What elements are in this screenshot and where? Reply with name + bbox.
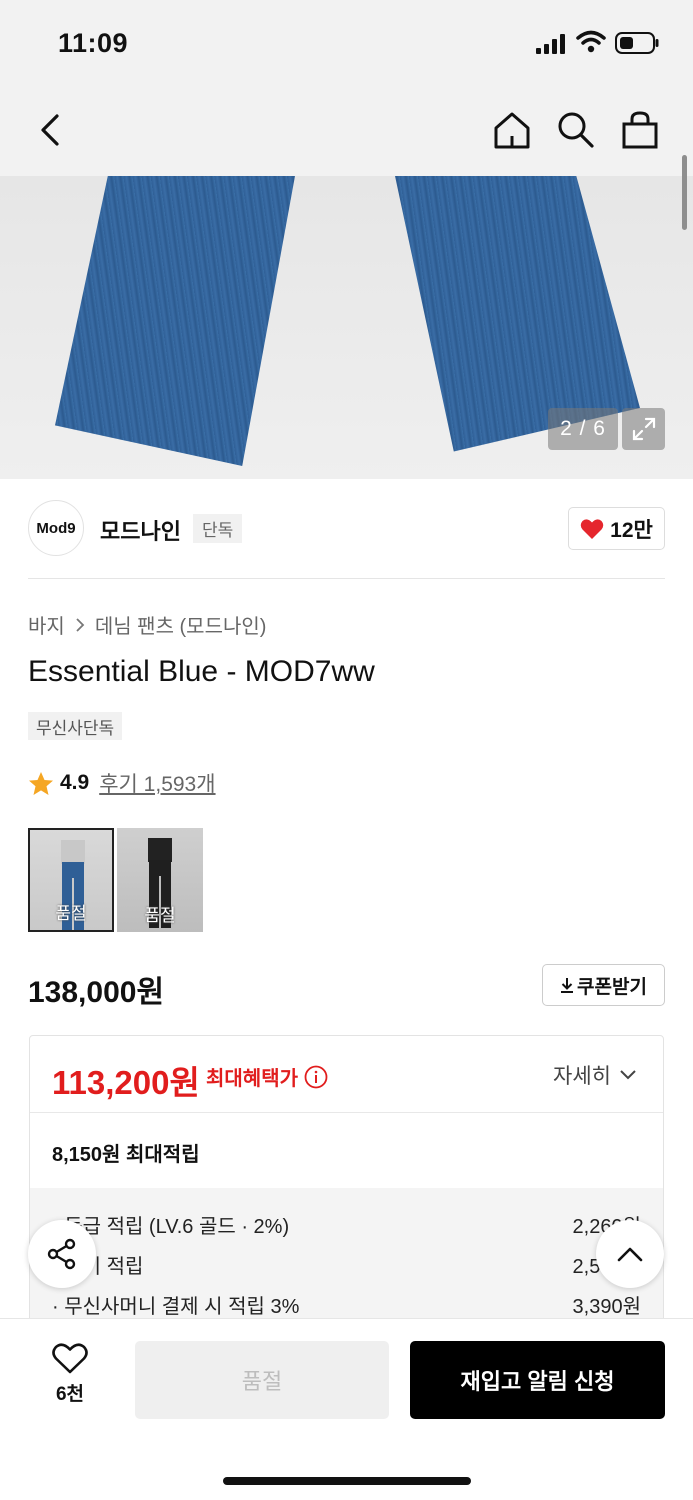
soldout-button[interactable]: 품절 (135, 1341, 389, 1419)
breadcrumb-category[interactable]: 바지 (28, 610, 65, 639)
max-benefit-text: 최대혜택가 (206, 1068, 298, 1090)
chevron-right-icon (76, 617, 85, 632)
max-benefit-price: 113,200원 (52, 1064, 200, 1101)
brand-like-count: 12만 (610, 518, 653, 542)
info-icon[interactable] (304, 1065, 328, 1089)
divider (30, 1112, 663, 1113)
status-bar: 11:09 (0, 0, 693, 88)
chevron-down-icon (620, 1070, 636, 1080)
benefit-panel: 113,200원 최대혜택가 자세히 8,150원 최대적립 · 등급 적립 (… (29, 1035, 664, 1335)
search-button[interactable] (554, 108, 598, 152)
max-benefit-label: 최대혜택가 (206, 1062, 328, 1091)
brand-logo[interactable]: Mod9 (28, 500, 84, 556)
search-icon (558, 112, 594, 148)
home-icon (494, 112, 530, 149)
points-row-label: · 무신사머니 결제 시 적립 3% (52, 1296, 300, 1318)
star-icon (29, 771, 53, 795)
coupon-download-button[interactable]: 쿠폰받기 (542, 964, 665, 1006)
detail-label: 자세히 (553, 1065, 611, 1088)
color-swatch-black[interactable]: 품절 (117, 828, 203, 932)
product-title: Essential Blue - MOD7ww (28, 655, 375, 688)
rating-score: 4.9 (60, 771, 90, 794)
home-button[interactable] (490, 108, 534, 152)
exclusive-badge: 무신사단독 (28, 712, 123, 740)
brand-name[interactable]: 모드나인 (100, 514, 181, 546)
expand-image-button[interactable] (622, 408, 665, 450)
expand-icon (632, 417, 655, 441)
share-icon (47, 1238, 76, 1270)
brand-like-button[interactable]: 12만 (568, 507, 665, 550)
benefit-detail-toggle[interactable]: 자세히 (553, 1060, 637, 1090)
points-row: · 무신사머니 결제 시 적립 3% 3,390원 (52, 1290, 641, 1319)
breadcrumb: 바지 데님 팬츠 (모드나인) (28, 610, 266, 639)
chevron-left-icon (41, 114, 59, 146)
points-row: · 등급 적립 (LV.6 골드 · 2%) 2,260원 (52, 1210, 641, 1239)
cart-button[interactable] (618, 108, 662, 152)
heart-icon (580, 518, 604, 539)
points-row: · 후기 적립 2,500원 (52, 1250, 641, 1279)
color-swatch-blue[interactable]: 품절 (28, 828, 114, 932)
restock-alert-button[interactable]: 재입고 알림 신청 (410, 1341, 665, 1419)
page-scrollbar[interactable] (682, 155, 687, 230)
cellular-signal-icon (536, 34, 565, 54)
share-button[interactable] (28, 1220, 96, 1288)
home-indicator[interactable] (223, 1477, 471, 1485)
status-time: 11:09 (58, 28, 129, 58)
top-navigation (0, 88, 693, 176)
coupon-label: 쿠폰받기 (577, 976, 647, 998)
rating-row: 4.9 후기 1,593개 (28, 768, 216, 798)
wishlist-count: 6천 (55, 1384, 85, 1405)
battery-icon (615, 32, 659, 54)
swatch-soldout-label: 품절 (55, 904, 87, 923)
product-image-jeans-left-leg (55, 176, 295, 466)
download-icon (561, 978, 574, 993)
wishlist-button[interactable]: 6천 (42, 1343, 98, 1406)
shopping-bag-icon (622, 111, 658, 149)
gallery-page-indicator: 2 / 6 (548, 408, 618, 450)
swatch-soldout-label: 품절 (144, 906, 176, 925)
divider (28, 578, 665, 579)
brand-exclusive-badge: 단독 (193, 514, 243, 543)
breadcrumb-subcategory[interactable]: 데님 팬츠 (모드나인) (95, 610, 267, 639)
heart-outline-icon (52, 1343, 88, 1374)
product-image-gallery[interactable]: 2 / 6 (0, 176, 693, 479)
wifi-icon (576, 30, 606, 53)
max-points-title: 8,150원 최대적립 (52, 1144, 200, 1166)
scroll-to-top-button[interactable] (596, 1220, 664, 1288)
original-price: 138,000원 (28, 976, 165, 1009)
review-count-link[interactable]: 후기 1,593개 (99, 768, 215, 798)
bottom-action-bar: 6천 품절 재입고 알림 신청 (0, 1318, 693, 1500)
chevron-up-icon (617, 1247, 643, 1262)
points-breakdown: · 등급 적립 (LV.6 골드 · 2%) 2,260원 · 후기 적립 2,… (30, 1188, 663, 1334)
points-row-value: 3,390원 (572, 1296, 641, 1318)
back-button[interactable] (28, 108, 72, 152)
